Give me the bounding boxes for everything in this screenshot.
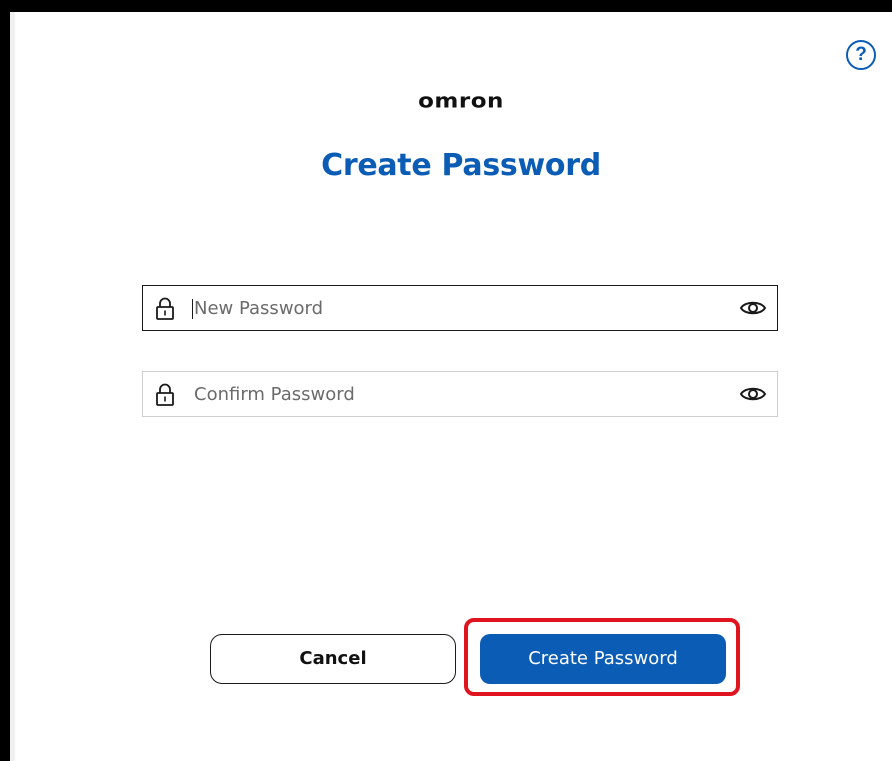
help-icon[interactable]: ? xyxy=(846,40,876,70)
confirm-password-field[interactable] xyxy=(142,371,778,417)
cancel-button[interactable]: Cancel xyxy=(210,634,456,684)
new-password-field[interactable] xyxy=(142,285,778,331)
window-frame-left-inner xyxy=(10,12,15,761)
page-title: Create Password xyxy=(321,148,601,183)
lock-icon xyxy=(156,297,174,320)
window-frame-top xyxy=(0,0,892,12)
text-caret xyxy=(192,299,193,319)
create-password-dialog: ? omron Create Password Cancel Create Pa xyxy=(0,0,892,761)
lock-icon xyxy=(156,383,174,406)
create-password-button[interactable]: Create Password xyxy=(480,634,726,684)
confirm-password-input[interactable] xyxy=(194,372,714,416)
omron-logo: omron xyxy=(418,89,504,113)
show-password-eye-icon[interactable] xyxy=(739,384,767,404)
show-password-eye-icon[interactable] xyxy=(739,298,767,318)
new-password-input[interactable] xyxy=(194,286,714,330)
window-frame-left xyxy=(0,0,10,761)
